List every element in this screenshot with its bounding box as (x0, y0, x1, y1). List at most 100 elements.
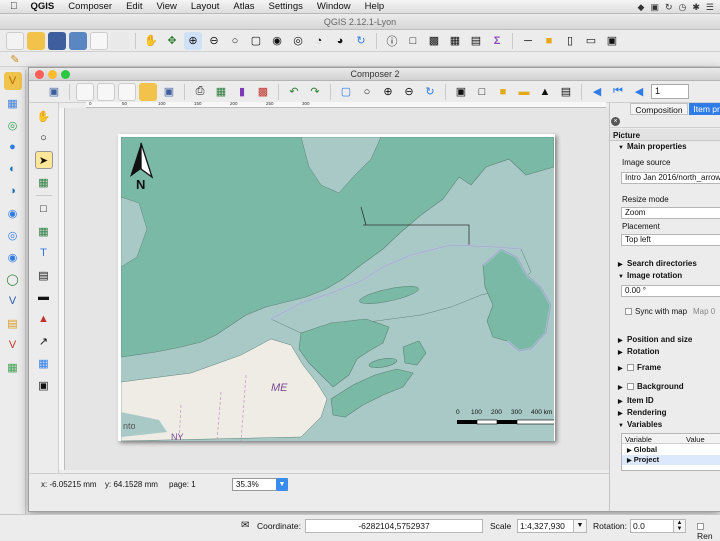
sync-with-map-checkbox[interactable]: Sync with map (625, 307, 687, 316)
close-icon[interactable]: × (611, 117, 620, 126)
minimize-window-icon[interactable] (48, 70, 57, 79)
load-template-icon[interactable] (139, 82, 157, 101)
add-vector-icon[interactable]: V (3, 72, 22, 90)
menu-atlas[interactable]: Atlas (226, 1, 261, 12)
add-shape-icon[interactable]: ▲ (35, 310, 53, 328)
add-scalebar-icon[interactable]: ▬ (35, 288, 53, 306)
render-checkbox[interactable]: Ren (697, 521, 720, 541)
add-postgis-icon[interactable]: ◎ (4, 116, 22, 134)
menu-edit[interactable]: Edit (119, 1, 149, 12)
table-row[interactable]: ▶ Project (622, 455, 720, 465)
statistics-icon[interactable]: Σ (488, 32, 506, 50)
annotation-icon[interactable]: ■ (540, 32, 558, 50)
section-position-size[interactable]: ▶ Position and size (618, 335, 692, 344)
add-spatialite-icon[interactable]: ● (4, 138, 22, 156)
add-arrow-icon[interactable]: ↗ (35, 332, 53, 350)
chevron-down-icon[interactable]: ▼ (573, 519, 587, 533)
attribute-table-icon[interactable]: ▦ (446, 32, 464, 50)
print-icon[interactable]: ⎙ (191, 83, 209, 101)
add-wfs-icon[interactable]: ◉ (4, 248, 22, 266)
select-move-icon[interactable]: ➤ (34, 151, 53, 169)
wifi-icon[interactable]: ☰ (706, 2, 714, 13)
coordinate-field[interactable]: -6282104,5752937 (305, 519, 483, 533)
section-rendering[interactable]: ▶ Rendering (618, 408, 667, 417)
sync-icon[interactable]: ↻ (665, 2, 673, 13)
new-composer-icon[interactable] (76, 82, 94, 101)
html-annotation-icon[interactable]: ▭ (582, 32, 600, 50)
add-delimited-icon[interactable]: ◯ (4, 270, 22, 288)
atlas-page-input[interactable]: 1 (651, 84, 689, 99)
refresh-icon[interactable]: ↻ (352, 32, 370, 50)
menu-settings[interactable]: Settings (262, 1, 310, 12)
save-project-icon[interactable] (48, 31, 66, 50)
menu-layout[interactable]: Layout (184, 1, 227, 12)
rotation-input[interactable]: 0.00 ° (621, 285, 720, 297)
zoom-next-icon[interactable]: ◕ (331, 32, 349, 50)
save-as-icon[interactable] (69, 31, 87, 50)
lock-items-icon[interactable]: ▣ (452, 83, 470, 101)
section-variables[interactable]: ▼ Variables (618, 420, 662, 429)
close-window-icon[interactable] (35, 70, 44, 79)
tab-item-properties[interactable]: Item pro (689, 103, 720, 115)
clock-icon[interactable]: ◷ (679, 2, 687, 13)
zoom-full-icon[interactable]: ▢ (247, 32, 265, 50)
save-project-icon[interactable]: ▣ (45, 83, 63, 101)
field-calc-icon[interactable]: ▤ (467, 32, 485, 50)
menu-window[interactable]: Window (310, 1, 358, 12)
scale-bar[interactable] (457, 419, 554, 425)
add-virtual-icon[interactable]: V (4, 292, 22, 310)
tab-composition[interactable]: Composition (630, 103, 688, 115)
composer-manager-icon[interactable] (111, 31, 129, 50)
apple-icon[interactable]:  (0, 1, 24, 12)
text-annotation-icon[interactable]: ▯ (561, 32, 579, 50)
raise-icon[interactable]: ▲ (536, 83, 554, 101)
zoom-full-icon[interactable]: ▢ (337, 83, 355, 101)
section-frame[interactable]: ▶ Frame (618, 363, 661, 372)
add-legend-icon[interactable]: ▤ (35, 266, 53, 284)
zoom-native-icon[interactable]: ○ (358, 83, 376, 101)
add-wcs-icon[interactable]: ◎ (4, 226, 22, 244)
atlas-first-icon[interactable]: ⏮ (609, 83, 627, 101)
menu-composer[interactable]: Composer (61, 1, 119, 12)
refresh-icon[interactable]: ↻ (421, 83, 439, 101)
menu-help[interactable]: Help (358, 1, 392, 12)
composer-page[interactable]: N ME nto NY 0 100 200 300 400 km (118, 134, 555, 441)
new-shapefile-icon[interactable]: ▤ (4, 314, 22, 332)
dropbox-icon[interactable]: ◆ (638, 2, 645, 13)
add-html-icon[interactable]: ▣ (35, 376, 53, 394)
map-item[interactable]: N ME nto NY 0 100 200 300 400 km (121, 137, 554, 441)
identify-icon[interactable]: ⓘ (383, 32, 401, 50)
map-tips-icon[interactable]: ▣ (603, 32, 621, 50)
add-map-icon[interactable]: □ (35, 200, 53, 218)
zoom-native-icon[interactable]: ○ (226, 32, 244, 50)
section-image-rotation[interactable]: ▼ Image rotation (618, 271, 682, 280)
pan-to-selection-icon[interactable]: ✥ (163, 32, 181, 50)
select-icon[interactable]: □ (404, 32, 422, 50)
zoom-last-icon[interactable]: ◔ (310, 32, 328, 50)
resize-mode-select[interactable]: Zoom (621, 207, 720, 219)
stepper-icon[interactable]: ▲ ▼ (673, 519, 686, 533)
add-mssql-icon[interactable]: ◐ (4, 160, 22, 178)
edit-pencil-icon[interactable]: ✎ (6, 53, 24, 66)
composer-manager-icon[interactable] (118, 82, 136, 101)
placement-select[interactable]: Top left (621, 234, 720, 246)
section-search-directories[interactable]: ▶ Search directories (618, 259, 697, 268)
zoom-out-icon[interactable]: ⊖ (400, 83, 418, 101)
bluetooth-icon[interactable]: ✱ (692, 2, 700, 13)
add-wms-icon[interactable]: ◉ (4, 204, 22, 222)
redo-icon[interactable]: ↷ (306, 83, 324, 101)
add-label-icon[interactable]: T (35, 244, 53, 262)
maximize-window-icon[interactable] (61, 70, 70, 79)
ungroup-icon[interactable]: ▬ (515, 83, 533, 101)
atlas-preview-icon[interactable]: ◀ (588, 83, 606, 101)
new-temp-layer-icon[interactable]: ▦ (4, 358, 22, 376)
save-template-icon[interactable]: ▣ (160, 83, 178, 101)
section-rotation[interactable]: ▶ Rotation (618, 347, 659, 356)
add-oracle-icon[interactable]: ◑ (4, 182, 22, 200)
zoom-in-icon[interactable]: ⊕ (379, 83, 397, 101)
zoom-selection-icon[interactable]: ◎ (289, 32, 307, 50)
export-pdf-icon[interactable]: ▩ (254, 83, 272, 101)
open-project-icon[interactable] (27, 31, 45, 50)
add-raster-icon[interactable]: ▦ (4, 94, 22, 112)
chevron-down-icon[interactable]: ▼ (276, 478, 288, 491)
